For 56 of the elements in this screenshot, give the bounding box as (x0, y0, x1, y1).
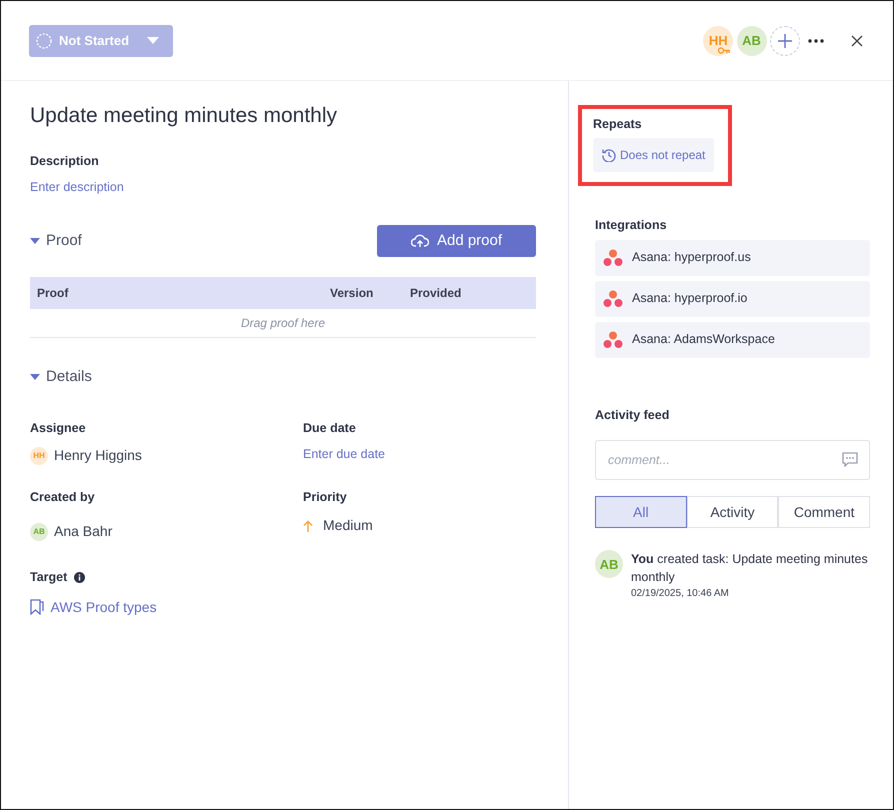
comment-icon (842, 452, 858, 468)
description-link[interactable]: Enter description (30, 180, 124, 194)
field-label: Priority (303, 489, 348, 506)
more-button[interactable] (806, 36, 826, 44)
filter-tab[interactable]: Comment (778, 496, 870, 528)
field-label: Activity feed (595, 406, 670, 424)
status-circle-icon (35, 32, 53, 50)
priority-value: Medium (323, 516, 373, 536)
activity-text: You created task: Update meeting minutes monthly (631, 551, 869, 586)
repeat-button[interactable]: Does not repeat (593, 138, 714, 172)
bookmark-icon (30, 599, 44, 616)
filter-tab[interactable]: Activity (686, 496, 778, 528)
field-label: Repeats (593, 116, 643, 133)
caret-icon (30, 372, 40, 382)
add-proof-button[interactable]: Add proof (377, 225, 536, 258)
history-icon (602, 148, 616, 162)
empty-drop-hint: Drag proof here (30, 309, 536, 338)
field-label: Created by (30, 489, 96, 506)
column-header: Version (323, 277, 403, 310)
section-toggle[interactable]: Proof (30, 230, 82, 252)
avatar: AB (595, 550, 623, 578)
field-label: Due date (303, 420, 357, 437)
field-label: Description (30, 153, 100, 170)
field-label: Integrations (595, 216, 668, 234)
column-header: Proof (30, 277, 323, 310)
close-icon (851, 34, 863, 46)
comment-field[interactable]: comment... (595, 440, 870, 480)
caret-icon (30, 236, 40, 246)
due-date-link[interactable]: Enter due date (303, 445, 386, 464)
person-name: Ana Bahr (54, 522, 112, 542)
field-label: Target (30, 569, 68, 586)
three-dots-logo-icon (603, 248, 623, 266)
target-link[interactable]: AWS Proof types (30, 596, 157, 618)
arrow-up-icon (303, 520, 313, 532)
integration-item[interactable]: Asana: hyperproof.io (595, 280, 870, 316)
cloud-upload-icon (410, 234, 429, 248)
integration-item[interactable]: Asana: AdamsWorkspace (595, 322, 870, 358)
caret-icon (147, 36, 160, 44)
avatar: AB (30, 522, 48, 541)
timestamp: 02/19/2025, 10:46 AM (631, 587, 730, 602)
plus-icon (778, 34, 792, 48)
info-icon (74, 572, 85, 584)
avatar: HH (703, 26, 734, 56)
integration-item[interactable]: Asana: hyperproof.us (595, 240, 870, 276)
column-header: Provided (403, 277, 536, 310)
field-label: Assignee (30, 420, 87, 437)
three-dots-logo-icon (603, 330, 623, 348)
close-button[interactable] (849, 32, 865, 48)
section-toggle[interactable]: Details (30, 366, 92, 389)
filter-tab[interactable]: All (595, 496, 687, 528)
avatar: AB (736, 26, 766, 56)
more-icon (808, 38, 824, 42)
task-title: Update meeting minutes monthly (30, 103, 338, 128)
avatar: HH (30, 446, 48, 465)
three-dots-logo-icon (603, 290, 623, 308)
person-name: Henry Higgins (54, 446, 142, 466)
